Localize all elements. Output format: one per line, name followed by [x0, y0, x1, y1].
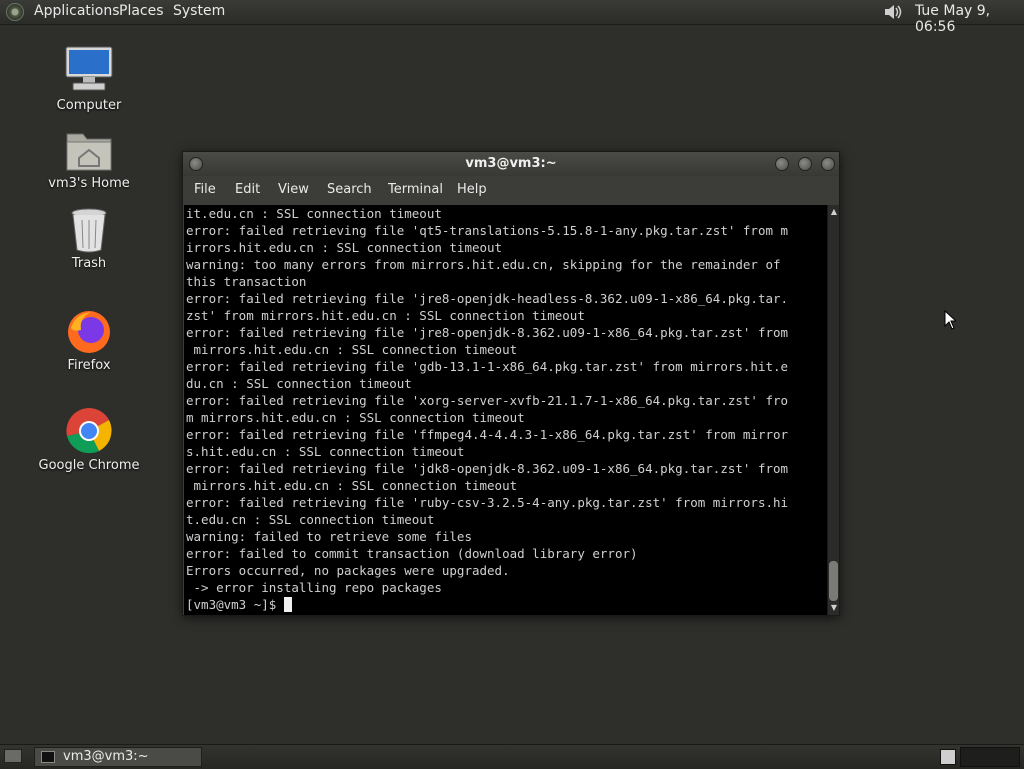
workspace-switcher-1[interactable]: [940, 749, 956, 765]
terminal-line: error: failed retrieving file 'ffmpeg4.4…: [186, 427, 789, 442]
mouse-pointer-icon: [944, 310, 956, 330]
taskbar-button-label: vm3@vm3:~: [63, 749, 149, 764]
scroll-up-arrow-icon[interactable]: ▲: [829, 207, 839, 217]
places-menu[interactable]: Places: [119, 3, 164, 19]
terminal-line: du.cn : SSL connection timeout: [186, 376, 412, 391]
menu-help[interactable]: Help: [457, 182, 487, 197]
workspace-switcher-2[interactable]: [960, 747, 1020, 767]
window-title: vm3@vm3:~: [465, 156, 557, 171]
maximize-button[interactable]: [798, 157, 812, 171]
terminal-line: m mirrors.hit.edu.cn : SSL connection ti…: [186, 410, 525, 425]
desktop-icon-label: Google Chrome: [38, 458, 140, 473]
terminal-window: vm3@vm3:~ File Edit View Search Terminal…: [182, 151, 840, 616]
top-panel: Applications Places System Tue May 9, 06…: [0, 0, 1024, 35]
scrollbar-thumb[interactable]: [829, 561, 838, 601]
applications-menu[interactable]: Applications: [34, 3, 120, 19]
terminal-line: error: failed retrieving file 'ruby-csv-…: [186, 495, 789, 510]
terminal-line: error: failed retrieving file 'jdk8-open…: [186, 461, 789, 476]
terminal-scrollbar[interactable]: ▲ ▼: [827, 205, 839, 615]
terminal-line: irrors.hit.edu.cn : SSL connection timeo…: [186, 240, 503, 255]
desktop-icon-label: Computer: [56, 98, 122, 113]
terminal-line: mirrors.hit.edu.cn : SSL connection time…: [186, 342, 518, 357]
minimize-button[interactable]: [775, 157, 789, 171]
speaker-icon[interactable]: [883, 2, 905, 22]
terminal-line: zst' from mirrors.hit.edu.cn : SSL conne…: [186, 308, 585, 323]
distro-logo-icon[interactable]: [6, 3, 24, 21]
scroll-down-arrow-icon[interactable]: ▼: [829, 603, 839, 613]
menu-edit[interactable]: Edit: [235, 182, 260, 197]
desktop-icon-trash[interactable]: Trash: [34, 206, 144, 271]
bottom-panel: vm3@vm3:~: [0, 744, 1024, 769]
terminal-prompt-line: [vm3@vm3 ~]$: [186, 596, 827, 613]
desktop-icon-label: vm3's Home: [48, 176, 130, 191]
desktop-icon-label: Trash: [71, 256, 107, 271]
terminal-line: Errors occurred, no packages were upgrad…: [186, 563, 510, 578]
terminal-icon: [41, 751, 55, 763]
menu-terminal[interactable]: Terminal: [388, 182, 443, 197]
trash-icon: [71, 208, 107, 253]
terminal-line: t.edu.cn : SSL connection timeout: [186, 512, 435, 527]
window-menu-icon[interactable]: [189, 157, 203, 171]
desktop-icon-home[interactable]: vm3's Home: [34, 126, 144, 191]
close-button[interactable]: [821, 157, 835, 171]
terminal-line: mirrors.hit.edu.cn : SSL connection time…: [186, 478, 518, 493]
home-folder-icon: [66, 133, 112, 171]
terminal-line: error: failed retrieving file 'jre8-open…: [186, 291, 789, 306]
terminal-prompt: [vm3@vm3 ~]$: [186, 597, 284, 612]
chrome-icon: [66, 408, 112, 454]
window-menubar: File Edit View Search Terminal Help: [183, 176, 839, 204]
terminal-text: it.edu.cn : SSL connection timeout error:…: [184, 205, 827, 613]
terminal-line: error: failed retrieving file 'xorg-serv…: [186, 393, 789, 408]
terminal-line: error: failed retrieving file 'qt5-trans…: [186, 223, 789, 238]
firefox-icon: [68, 311, 110, 353]
text-cursor: [283, 597, 292, 612]
terminal-line: error: failed retrieving file 'gdb-13.1-…: [186, 359, 789, 374]
terminal-line: it.edu.cn : SSL connection timeout: [186, 206, 442, 221]
computer-icon: [65, 46, 113, 91]
desktop-icon-computer[interactable]: Computer: [34, 44, 144, 113]
desktop-icon-label: Firefox: [67, 358, 111, 373]
terminal-line: error: failed to commit transaction (dow…: [186, 546, 638, 561]
terminal-line: warning: failed to retrieve some files: [186, 529, 472, 544]
show-desktop-icon[interactable]: [4, 749, 22, 763]
terminal-line: -> error installing repo packages: [186, 580, 442, 595]
terminal-line: error: failed retrieving file 'jre8-open…: [186, 325, 789, 340]
clock[interactable]: Tue May 9, 06:56: [915, 3, 1024, 35]
window-titlebar[interactable]: vm3@vm3:~: [183, 152, 839, 176]
terminal-output[interactable]: it.edu.cn : SSL connection timeout error:…: [184, 205, 827, 615]
menu-search[interactable]: Search: [327, 182, 372, 197]
menu-view[interactable]: View: [278, 182, 309, 197]
system-menu[interactable]: System: [173, 3, 225, 19]
terminal-line: s.hit.edu.cn : SSL connection timeout: [186, 444, 465, 459]
menu-file[interactable]: File: [194, 182, 216, 197]
desktop-icon-firefox[interactable]: Firefox: [34, 308, 144, 373]
desktop-icon-chrome[interactable]: Google Chrome: [34, 406, 144, 473]
terminal-line: warning: too many errors from mirrors.hi…: [186, 257, 781, 272]
taskbar-terminal-button[interactable]: vm3@vm3:~: [34, 747, 202, 767]
terminal-line: this transaction: [186, 274, 307, 289]
